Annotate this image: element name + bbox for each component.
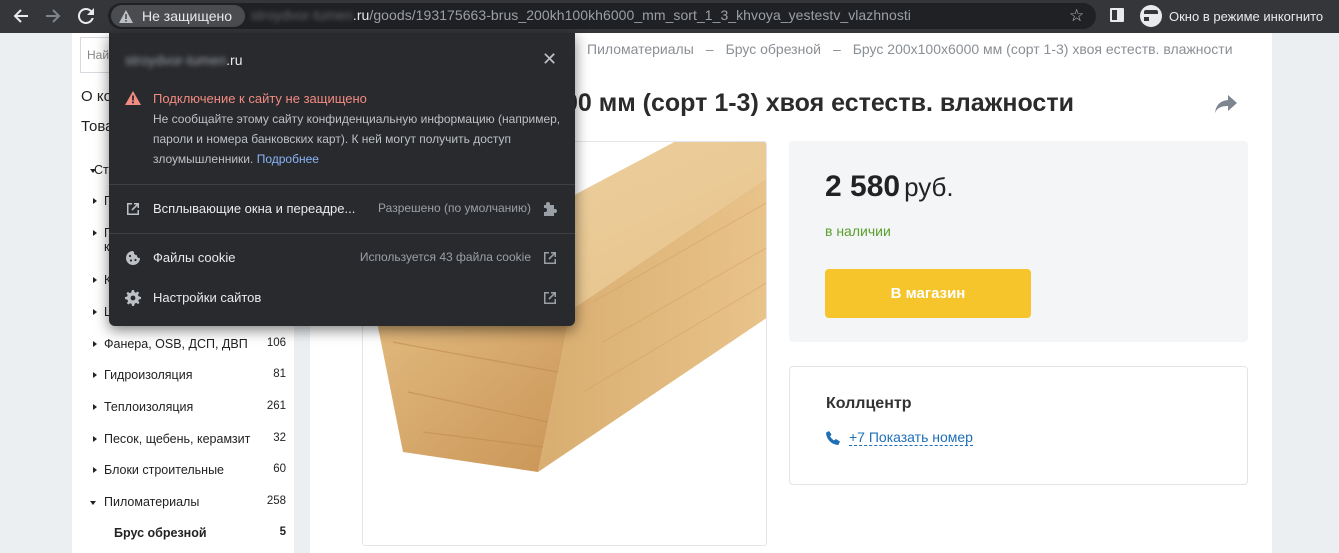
reload-icon: [78, 8, 94, 24]
subcategory-item-active[interactable]: Брус обрезной 5: [72, 523, 294, 545]
product-title: 00 мм (сорт 1-3) хвоя естеств. влажности: [564, 89, 1074, 117]
collapsed-triangle-icon: [93, 404, 97, 410]
address-bar[interactable]: Не защищено stroydvor-tumen.ru/goods/193…: [108, 3, 1096, 29]
puzzle-icon: [544, 202, 557, 216]
security-chip-label: Не защищено: [142, 8, 232, 24]
url-path: /goods/193175663-brus_200kh100kh6000_mm_…: [369, 7, 911, 23]
search-placeholder: Най: [87, 48, 110, 62]
back-arrow-icon: [13, 9, 28, 23]
show-phone-link[interactable]: +7 Показать номер: [826, 429, 973, 446]
category-item[interactable]: Песок, щебень, керамзит 32: [72, 429, 294, 451]
popup-domain-suffix: .ru: [226, 52, 243, 68]
breadcrumb-current: Брус 200х100х6000 мм (сорт 1-3) хвоя ест…: [852, 41, 1233, 57]
category-item[interactable]: Фанера, OSB, ДСП, ДВП 106: [72, 334, 294, 356]
collapsed-triangle-icon: [93, 230, 97, 236]
breadcrumb: Пиломатериалы – Брус обрезной – Брус 200х100…: [587, 41, 1233, 57]
callcenter-panel: Коллцентр +7 Показать номер: [789, 366, 1248, 485]
cookies-row[interactable]: Файлы cookie Используется 43 файла cooki…: [109, 238, 575, 278]
security-chip[interactable]: Не защищено: [111, 5, 245, 27]
category-item[interactable]: Гидроизоляция 81: [72, 365, 294, 387]
reload-button[interactable]: [74, 5, 98, 27]
phone-icon: [826, 430, 840, 445]
tab-search-icon[interactable]: [1110, 8, 1124, 22]
show-phone-label: +7 Показать номер: [849, 429, 973, 446]
breadcrumb-link[interactable]: Брус обрезной: [726, 41, 821, 57]
warning-triangle-icon: [125, 91, 141, 105]
warning-text: Не сообщайте этому сайту конфиденциальну…: [153, 109, 563, 169]
price-panel: 2 580 руб. в наличии В магазин: [789, 141, 1248, 342]
popup-domain: stroydvor-tumen.ru: [125, 52, 243, 68]
price-value: 2 580: [825, 170, 901, 203]
popups-redirects-row[interactable]: Всплывающие окна и переадре... Разрешено…: [109, 189, 575, 229]
stock-status: в наличии: [825, 223, 891, 239]
go-to-shop-button[interactable]: В магазин: [825, 269, 1031, 318]
share-icon[interactable]: [1215, 95, 1237, 118]
category-item[interactable]: Блоки строительные 60: [72, 460, 294, 482]
price: 2 580 руб.: [825, 170, 954, 204]
url-host-blurred: stroydvor-tumen: [251, 7, 353, 23]
external-window-icon: [127, 203, 139, 215]
back-button[interactable]: [9, 5, 33, 27]
collapsed-triangle-icon: [93, 198, 97, 204]
warning-triangle-icon: [119, 9, 133, 23]
sidebar-link-about[interactable]: О ко: [81, 88, 112, 105]
expanded-triangle-icon: [90, 501, 96, 505]
price-currency: руб.: [904, 172, 954, 202]
callcenter-title: Коллцентр: [826, 395, 912, 412]
popup-domain-blurred: stroydvor-tumen: [125, 52, 227, 68]
category-item[interactable]: Теплоизоляция 261: [72, 397, 294, 419]
open-external-icon: [544, 292, 556, 304]
collapsed-triangle-icon: [93, 467, 97, 473]
cookie-icon: [126, 251, 140, 265]
divider: [109, 184, 575, 185]
url-tld: .ru: [352, 7, 370, 23]
collapsed-triangle-icon: [93, 309, 97, 315]
url-text[interactable]: stroydvor-tumen.ru/goods/193175663-brus_…: [251, 7, 911, 23]
gear-icon: [125, 290, 141, 306]
incognito-label: Окно в режиме инкогнито: [1169, 8, 1324, 24]
forward-button[interactable]: [41, 5, 65, 27]
browser-toolbar: Не защищено stroydvor-tumen.ru/goods/193…: [0, 0, 1339, 33]
warning-body: Не сообщайте этому сайту конфиденциальну…: [153, 112, 561, 166]
incognito-indicator[interactable]: Окно в режиме инкогнито: [1136, 3, 1326, 29]
incognito-icon: [1140, 5, 1168, 27]
divider: [109, 233, 575, 234]
forward-arrow-icon: [46, 9, 61, 23]
collapsed-triangle-icon: [93, 436, 97, 442]
open-external-icon: [544, 252, 556, 264]
close-icon[interactable]: ✕: [542, 49, 557, 70]
warning-title: Подключение к сайту не защищено: [153, 91, 367, 106]
collapsed-triangle-icon: [93, 277, 97, 283]
collapsed-triangle-icon: [93, 372, 97, 378]
category-item[interactable]: Пиломатериалы 258: [72, 492, 294, 514]
breadcrumb-link[interactable]: Пиломатериалы: [587, 41, 694, 57]
collapsed-triangle-icon: [93, 341, 97, 347]
site-info-popup: stroydvor-tumen.ru ✕ Подключение к сайту…: [109, 33, 575, 326]
bookmark-star-icon[interactable]: ☆: [1069, 6, 1084, 26]
learn-more-link[interactable]: Подробнее: [257, 152, 319, 166]
site-settings-row[interactable]: Настройки сайтов: [109, 278, 575, 318]
